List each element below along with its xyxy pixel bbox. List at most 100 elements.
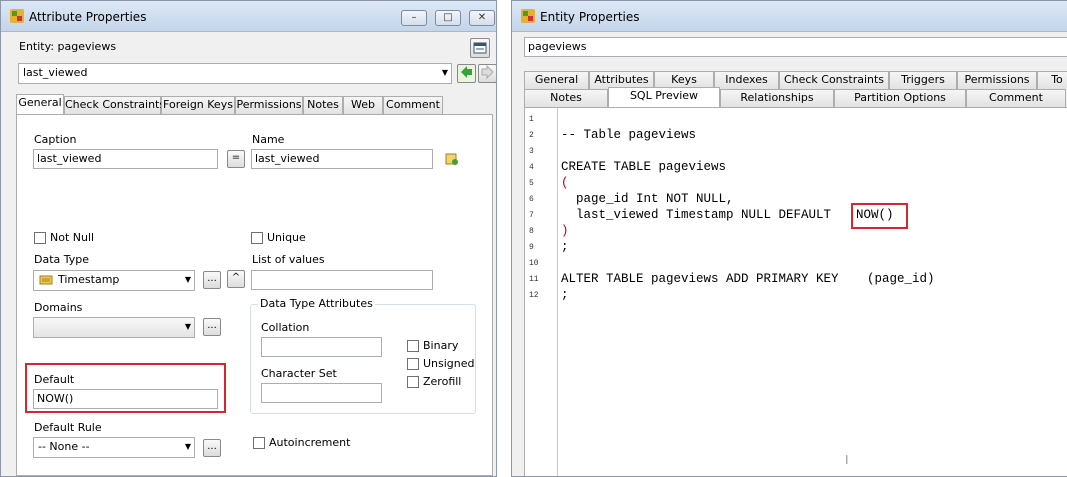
tab-partition-options[interactable]: Partition Options [834, 89, 966, 107]
code-line-7: last_viewed Timestamp NULL DEFAULT [561, 208, 839, 222]
code-line-11: ALTER TABLE pageviews ADD PRIMARY KEY [561, 272, 847, 286]
copy-name-button[interactable]: = [227, 150, 245, 168]
tab-notes[interactable]: Notes [524, 89, 608, 107]
previous-arrow-icon[interactable] [457, 64, 476, 83]
zerofill-checkbox[interactable] [407, 376, 419, 388]
line-number: 1 [529, 115, 534, 124]
tab-comment[interactable]: Comment [383, 96, 443, 114]
binary-checkbox[interactable] [407, 340, 419, 352]
domains-browse-button[interactable]: ... [203, 318, 221, 336]
maximize-button[interactable]: □ [435, 10, 461, 26]
list-of-values-field[interactable] [251, 270, 433, 290]
unique-checkbox[interactable] [251, 232, 263, 244]
tab-to[interactable]: To [1037, 71, 1067, 89]
chevron-down-icon: ▼ [184, 275, 191, 284]
tab-check-constraints[interactable]: Check Constraints [64, 96, 165, 114]
caption-label: Caption [34, 133, 77, 146]
line-number: 7 [529, 211, 534, 220]
data-type-attributes-title: Data Type Attributes [258, 297, 375, 310]
tab-web[interactable]: Web [343, 96, 383, 114]
code-line-8: ) [561, 224, 569, 238]
autoincrement-label: Autoincrement [269, 436, 351, 449]
tab-relationships[interactable]: Relationships [720, 89, 834, 107]
code-line-2: -- Table pageviews [561, 128, 697, 142]
text-cursor-icon: I [845, 453, 849, 467]
tab-permissions[interactable]: Permissions [957, 71, 1037, 89]
line-number: 4 [529, 163, 534, 172]
unsigned-label: Unsigned [423, 357, 475, 370]
data-type-up-button[interactable]: ^ [227, 270, 245, 288]
entity-label: Entity: pageviews [19, 40, 117, 53]
title-bar[interactable]: Entity Properties [512, 1, 1067, 32]
code-line-6: page_id Int NOT NULL, [561, 192, 734, 206]
character-set-field[interactable] [261, 383, 382, 403]
next-arrow-icon[interactable] [478, 64, 496, 83]
default-field[interactable]: NOW() [33, 389, 218, 409]
domains-select[interactable]: ▼ [33, 317, 195, 338]
tab-comment[interactable]: Comment [966, 89, 1066, 107]
not-null-checkbox[interactable] [34, 232, 46, 244]
window-title: Entity Properties [540, 10, 640, 24]
chevron-down-icon: ▼ [441, 68, 448, 77]
data-type-browse-button[interactable]: ... [203, 271, 221, 289]
line-number: 8 [529, 227, 534, 236]
app-icon [9, 8, 25, 24]
title-bar[interactable]: Attribute Properties – □ ✕ [1, 1, 496, 32]
data-type-select[interactable]: Timestamp ▼ [33, 270, 195, 291]
app-icon [520, 8, 536, 24]
default-rule-select[interactable]: -- None -- ▼ [33, 437, 195, 458]
minimize-button[interactable]: – [401, 10, 427, 26]
tab-notes[interactable]: Notes [303, 96, 343, 114]
tab-check-constraints[interactable]: Check Constraints [779, 71, 889, 89]
chevron-down-icon: ▼ [184, 442, 191, 451]
default-rule-browse-button[interactable]: ... [203, 439, 221, 457]
close-button[interactable]: ✕ [469, 10, 495, 26]
tab-foreign-keys[interactable]: Foreign Keys [161, 96, 235, 114]
code-line-9: ; [561, 240, 569, 254]
domains-label: Domains [34, 301, 83, 314]
caption-field[interactable]: last_viewed [33, 149, 218, 169]
tab-general[interactable]: General [524, 71, 589, 89]
entity-name-field[interactable]: pageviews [524, 37, 1067, 57]
autoincrement-checkbox[interactable] [253, 437, 265, 449]
tab-indexes[interactable]: Indexes [714, 71, 779, 89]
name-field[interactable]: last_viewed [251, 149, 433, 169]
line-number: 10 [529, 259, 539, 268]
line-number: 3 [529, 147, 534, 156]
tab-sql-preview[interactable]: SQL Preview [608, 87, 720, 107]
attribute-select-value: last_viewed [23, 66, 88, 79]
line-number: 5 [529, 179, 534, 188]
attribute-select[interactable]: last_viewed ▼ [18, 63, 452, 84]
unique-label: Unique [267, 231, 306, 244]
unsigned-checkbox[interactable] [407, 358, 419, 370]
default-rule-value: -- None -- [38, 440, 90, 453]
line-number: 11 [529, 275, 539, 284]
line-number: 9 [529, 243, 534, 252]
timestamp-type-icon [39, 274, 53, 291]
tab-general[interactable]: General [16, 94, 64, 114]
code-line-5: ( [561, 176, 569, 190]
entity-properties-window: Entity Properties pageviews General Attr… [511, 0, 1067, 477]
code-line-12: ; [561, 288, 569, 302]
line-number: 6 [529, 195, 534, 204]
default-rule-label: Default Rule [34, 421, 102, 434]
line-number: 12 [529, 291, 539, 300]
code-line-11-columns: (page_id) [867, 272, 935, 286]
character-set-label: Character Set [261, 367, 337, 380]
name-label: Name [252, 133, 285, 146]
binary-label: Binary [423, 339, 459, 352]
zerofill-label: Zerofill [423, 375, 462, 388]
tab-permissions[interactable]: Permissions [235, 96, 303, 114]
code-line-4: CREATE TABLE pageviews [561, 160, 727, 174]
name-options-icon[interactable] [445, 152, 459, 166]
attribute-properties-window: Attribute Properties – □ ✕ Entity: pagev… [0, 0, 497, 477]
data-type-value: Timestamp [58, 273, 120, 286]
default-label: Default [34, 373, 75, 386]
chevron-down-icon: ▼ [184, 322, 191, 331]
not-null-label: Not Null [50, 231, 95, 244]
collation-field[interactable] [261, 337, 382, 357]
data-type-label: Data Type [34, 253, 90, 266]
tab-triggers[interactable]: Triggers [889, 71, 957, 89]
entity-properties-icon[interactable] [470, 38, 490, 58]
window-title: Attribute Properties [29, 10, 147, 24]
